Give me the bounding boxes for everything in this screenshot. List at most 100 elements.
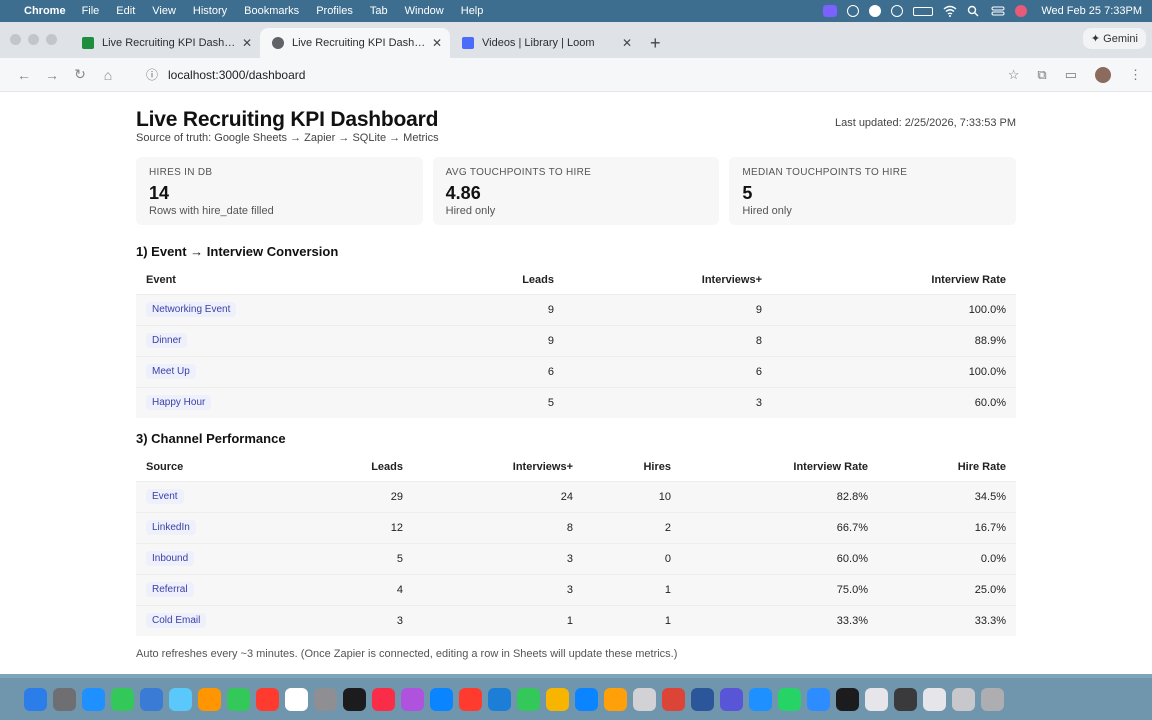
dock-app-icon[interactable] [459, 687, 482, 711]
wifi-icon[interactable] [943, 5, 957, 17]
source-tag: LinkedIn [146, 520, 196, 535]
dock-app-icon[interactable] [604, 687, 627, 711]
bookmark-star-icon[interactable]: ☆ [1008, 67, 1020, 83]
dock-app-icon[interactable] [546, 687, 569, 711]
menu-view[interactable]: View [152, 5, 176, 17]
menu-bookmarks[interactable]: Bookmarks [244, 5, 299, 17]
zoom-status-icon[interactable] [869, 5, 882, 17]
column-header: Interview Rate [793, 460, 868, 473]
screen-record-icon[interactable] [823, 5, 838, 17]
source-cell: Event [136, 480, 276, 512]
page-subtitle: Source of truth: Google Sheets → Zapier … [136, 132, 439, 144]
kpi-note: Hired only [445, 205, 496, 217]
metric-cell: 60.0% [681, 542, 878, 574]
app-menu-chrome[interactable]: Chrome [24, 5, 66, 17]
close-tab-icon[interactable]: ✕ [242, 36, 252, 50]
dock-app-icon[interactable] [575, 687, 598, 711]
menu-bar-clock[interactable]: Wed Feb 25 7:33PM [1041, 5, 1142, 17]
dock-app-icon[interactable] [749, 687, 772, 711]
dock-app-icon[interactable] [343, 687, 366, 711]
dock-app-icon[interactable] [256, 687, 279, 711]
dock-app-icon[interactable] [923, 687, 946, 711]
menu-edit[interactable]: Edit [116, 5, 135, 17]
tab-kpi-dashboard-active[interactable]: Live Recruiting KPI Dashboard ✕ [260, 28, 450, 58]
fullscreen-window-icon[interactable] [46, 34, 57, 45]
new-tab-plus-icon[interactable]: + [650, 33, 661, 54]
dock-app-icon[interactable] [807, 687, 830, 711]
metric-cell: 9 [336, 293, 564, 325]
menu-profiles[interactable]: Profiles [316, 5, 353, 17]
dock-app-icon[interactable] [285, 687, 308, 711]
back-arrow-icon[interactable]: ← [10, 67, 38, 83]
table-header-row: Source Leads Interviews+ Hires Interview… [136, 453, 1016, 481]
minimize-window-icon[interactable] [28, 34, 39, 45]
metric-cell: 0 [583, 542, 681, 574]
channel-table-body: Event 29 24 10 82.8% 34.5% LinkedIn 12 8 2 66.7% 16… [136, 480, 1016, 636]
tab-loom-library[interactable]: Videos | Library | Loom ✕ [450, 28, 640, 58]
dock-app-icon[interactable] [778, 687, 801, 711]
menu-help[interactable]: Help [461, 5, 484, 17]
table-header-row: Event Leads Interviews+ Interview Rate [136, 266, 1016, 294]
dock-app-icon[interactable] [24, 687, 47, 711]
chatgpt-status-icon[interactable] [891, 5, 904, 17]
menu-window[interactable]: Window [405, 5, 444, 17]
table-row: Meet Up 6 6 100.0% [136, 355, 1016, 387]
search-icon[interactable] [967, 5, 981, 17]
close-window-icon[interactable] [10, 34, 21, 45]
close-tab-icon[interactable]: ✕ [622, 36, 632, 50]
menu-history[interactable]: History [193, 5, 227, 17]
dock-app-icon[interactable] [140, 687, 163, 711]
site-info-icon[interactable]: ⓘ [146, 66, 158, 83]
dock-app-icon[interactable] [952, 687, 975, 711]
menu-file[interactable]: File [82, 5, 100, 17]
dock-app-icon[interactable] [517, 687, 540, 711]
tab-kpi-dashboard-sheets[interactable]: Live Recruiting KPI Dashboard ✕ [70, 28, 260, 58]
battery-icon[interactable] [913, 6, 934, 16]
tab-list: Live Recruiting KPI Dashboard ✕ Live Rec… [70, 28, 661, 58]
close-tab-icon[interactable]: ✕ [432, 36, 442, 50]
table-row: Networking Event 9 9 100.0% [136, 293, 1016, 325]
dock-app-icon[interactable] [401, 687, 424, 711]
dock-app-icon[interactable] [111, 687, 134, 711]
dock-app-icon[interactable] [314, 687, 337, 711]
tab-title: Live Recruiting KPI Dashboard [292, 37, 426, 49]
gemini-button[interactable]: ✦ Gemini [1082, 28, 1146, 49]
dock-app-icon[interactable] [82, 687, 105, 711]
side-panel-icon[interactable]: ▭ [1065, 67, 1077, 83]
dock-app-icon[interactable] [662, 687, 685, 711]
metric-cell: 3 [564, 386, 772, 418]
dock-app-icon[interactable] [633, 687, 656, 711]
dock-app-icon[interactable] [865, 687, 888, 711]
extension-status-icon[interactable] [847, 5, 860, 17]
dock-app-icon[interactable] [720, 687, 743, 711]
menu-tab[interactable]: Tab [370, 5, 388, 17]
dock-app-icon[interactable] [981, 687, 1004, 711]
profile-avatar[interactable] [1095, 66, 1111, 83]
dock-app-icon[interactable] [430, 687, 453, 711]
dock-app-icon[interactable] [169, 687, 192, 711]
reload-icon[interactable]: ↻ [66, 66, 94, 83]
kebab-menu-icon[interactable]: ⋮ [1129, 67, 1142, 83]
address-bar[interactable]: ⓘ localhost:3000/dashboard [136, 62, 996, 88]
kpi-value: 5 [742, 183, 753, 203]
dock-app-icon[interactable] [53, 687, 76, 711]
dock-app-icon[interactable] [372, 687, 395, 711]
home-icon[interactable]: ⌂ [94, 67, 122, 83]
siri-icon[interactable] [1015, 5, 1028, 17]
event-conversion-heading: 1) Event → Interview Conversion [136, 244, 339, 259]
url-text[interactable]: localhost:3000/dashboard [168, 68, 305, 82]
dock-app-icon[interactable] [836, 687, 859, 711]
forward-arrow-icon[interactable]: → [38, 67, 66, 83]
channel-performance-heading: 3) Channel Performance [136, 431, 286, 446]
dock-app-icon[interactable] [894, 687, 917, 711]
metric-cell: 24 [413, 480, 583, 512]
source-cell: Cold Email [136, 604, 276, 636]
dock-app-icon[interactable] [227, 687, 250, 711]
column-header: Hires [643, 460, 671, 473]
dock-app-icon[interactable] [691, 687, 714, 711]
dock-app-icon[interactable] [198, 687, 221, 711]
extensions-puzzle-icon[interactable]: ⧉ [1037, 67, 1046, 83]
control-center-icon[interactable] [991, 5, 1005, 17]
dock-app-icon[interactable] [488, 687, 511, 711]
table-row: Dinner 9 8 88.9% [136, 324, 1016, 356]
